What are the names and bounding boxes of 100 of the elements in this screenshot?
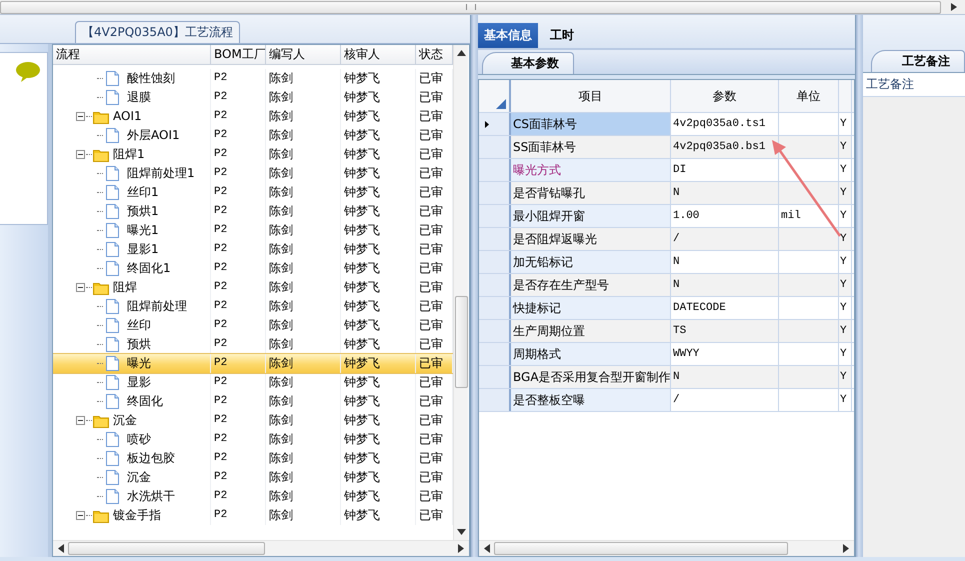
tree-row[interactable]: 喷砂 P2 陈剑 钟梦飞 已审 bbox=[53, 430, 453, 449]
row-header[interactable] bbox=[479, 366, 511, 388]
tree-row[interactable]: 曝光1 P2 陈剑 钟梦飞 已审 bbox=[53, 221, 453, 240]
tree-row[interactable]: 退膜 P2 陈剑 钟梦飞 已审 bbox=[53, 88, 453, 107]
scroll-left-icon[interactable] bbox=[58, 544, 64, 553]
table-cell: 钟梦飞 bbox=[341, 449, 416, 468]
scroll-right-icon[interactable] bbox=[843, 544, 849, 553]
tree-row[interactable]: AOI1 P2 陈剑 钟梦飞 已审 bbox=[53, 107, 453, 126]
tree-row[interactable]: 终固化 P2 陈剑 钟梦飞 已审 bbox=[53, 392, 453, 411]
table-cell: 钟梦飞 bbox=[341, 373, 416, 392]
table-cell: Y bbox=[839, 182, 852, 204]
scroll-down-icon[interactable] bbox=[456, 529, 466, 535]
table-cell: P2 bbox=[211, 468, 266, 487]
scroll-thumb[interactable] bbox=[454, 296, 468, 388]
tree-row[interactable]: 外层AOI1 P2 陈剑 钟梦飞 已审 bbox=[53, 126, 453, 145]
table-cell: 陈剑 bbox=[266, 487, 341, 506]
tree-row[interactable]: 沉金 P2 陈剑 钟梦飞 已审 bbox=[53, 468, 453, 487]
row-header[interactable] bbox=[479, 159, 511, 181]
document-icon bbox=[106, 489, 119, 504]
tree-row[interactable]: 沉金 P2 陈剑 钟梦飞 已审 bbox=[53, 411, 453, 430]
row-header[interactable] bbox=[479, 343, 511, 365]
column-header[interactable]: 项目 bbox=[511, 80, 671, 112]
table-cell: BGA是否采用复合型开窗制作 bbox=[511, 366, 671, 388]
tree-row[interactable]: 显影 P2 陈剑 钟梦飞 已审 bbox=[53, 373, 453, 392]
tree-row[interactable]: 终固化1 P2 陈剑 钟梦飞 已审 bbox=[53, 259, 453, 278]
collapse-icon[interactable] bbox=[76, 511, 85, 520]
collapse-icon[interactable] bbox=[76, 112, 85, 121]
tree-row[interactable]: 阻焊1 P2 陈剑 钟梦飞 已审 bbox=[53, 145, 453, 164]
tab[interactable]: 基本信息 bbox=[478, 23, 538, 48]
row-header[interactable] bbox=[479, 228, 511, 250]
horizontal-scrollbar[interactable] bbox=[0, 0, 965, 15]
table-cell: 陈剑 bbox=[266, 88, 341, 107]
scroll-right-icon[interactable] bbox=[458, 544, 464, 553]
scroll-thumb[interactable] bbox=[494, 542, 788, 555]
scroll-thumb[interactable] bbox=[0, 0, 941, 14]
column-header[interactable]: 核审人 bbox=[341, 45, 416, 64]
speech-bubble-icon[interactable] bbox=[15, 61, 41, 83]
collapse-icon[interactable] bbox=[76, 416, 85, 425]
notes-area[interactable]: 工艺备注 bbox=[863, 73, 965, 557]
table-cell: 钟梦飞 bbox=[341, 202, 416, 221]
tree-row[interactable]: 丝印1 P2 陈剑 钟梦飞 已审 bbox=[53, 183, 453, 202]
document-icon bbox=[106, 223, 119, 238]
collapse-icon[interactable] bbox=[76, 283, 85, 292]
row-header[interactable] bbox=[479, 251, 511, 273]
row-header[interactable] bbox=[479, 297, 511, 319]
collapse-icon[interactable] bbox=[76, 150, 85, 159]
table-cell: N bbox=[671, 251, 779, 273]
tree-row[interactable]: 阻焊前处理 P2 陈剑 钟梦飞 已审 bbox=[53, 297, 453, 316]
table-cell: P2 bbox=[211, 373, 266, 392]
row-header[interactable] bbox=[479, 182, 511, 204]
row-header[interactable] bbox=[479, 389, 511, 411]
tab[interactable]: 基本参数 bbox=[482, 52, 574, 74]
tree-row[interactable]: 预烘1 P2 陈剑 钟梦飞 已审 bbox=[53, 202, 453, 221]
column-header[interactable]: BOM工厂 bbox=[211, 45, 266, 64]
horizontal-scrollbar[interactable] bbox=[53, 540, 469, 556]
table-cell: 是否阻焊返曝光 bbox=[511, 228, 671, 250]
panel-title-tab[interactable]: 【4V2PQ035A0】工艺流程 bbox=[75, 21, 240, 43]
table-cell: 陈剑 bbox=[266, 145, 341, 164]
table-cell: P2 bbox=[211, 183, 266, 202]
table-cell: P2 bbox=[211, 202, 266, 221]
folder-icon bbox=[93, 508, 109, 522]
tree-row[interactable]: 酸性蚀刻 P2 陈剑 钟梦飞 已审 bbox=[53, 69, 453, 88]
row-header[interactable] bbox=[479, 113, 511, 135]
tree-row[interactable]: 镀金手指 P2 陈剑 钟梦飞 已审 bbox=[53, 506, 453, 525]
column-header[interactable]: 流程 bbox=[53, 45, 211, 64]
table-cell: 钟梦飞 bbox=[341, 468, 416, 487]
table-cell: 陈剑 bbox=[266, 430, 341, 449]
tree-row[interactable]: 曝光 P2 陈剑 钟梦飞 已审 bbox=[53, 354, 453, 373]
row-header[interactable] bbox=[479, 205, 511, 227]
folder-icon bbox=[93, 110, 109, 124]
tree-row[interactable]: 阻焊 P2 陈剑 钟梦飞 已审 bbox=[53, 278, 453, 297]
tree-label: 丝印 bbox=[127, 317, 151, 334]
table-cell: CS面菲林号 bbox=[511, 113, 671, 135]
horizontal-scrollbar[interactable] bbox=[479, 540, 854, 556]
row-header[interactable] bbox=[479, 136, 511, 158]
splitter[interactable] bbox=[855, 15, 863, 557]
column-header[interactable]: 编写人 bbox=[266, 45, 341, 64]
document-icon bbox=[106, 356, 119, 371]
tree-row[interactable]: 板边包胶 P2 陈剑 钟梦飞 已审 bbox=[53, 449, 453, 468]
tab[interactable]: 工艺备注 bbox=[871, 50, 965, 72]
tree-row[interactable]: 显影1 P2 陈剑 钟梦飞 已审 bbox=[53, 240, 453, 259]
table-cell: Y bbox=[839, 343, 852, 365]
scroll-up-icon[interactable] bbox=[456, 50, 466, 56]
vertical-scrollbar[interactable] bbox=[453, 45, 468, 540]
table-cell: Y bbox=[839, 228, 852, 250]
tree-label: 终固化 bbox=[127, 393, 163, 410]
scroll-left-icon[interactable] bbox=[484, 544, 490, 553]
splitter[interactable] bbox=[470, 15, 478, 557]
row-header[interactable] bbox=[479, 274, 511, 296]
current-row-icon bbox=[485, 120, 489, 128]
column-header[interactable]: 单位 bbox=[779, 80, 839, 112]
column-header[interactable]: 参数 bbox=[671, 80, 779, 112]
scroll-thumb[interactable] bbox=[68, 542, 265, 555]
table-cell: 钟梦飞 bbox=[341, 487, 416, 506]
scroll-right-icon[interactable] bbox=[951, 3, 957, 11]
tree-row[interactable]: 丝印 P2 陈剑 钟梦飞 已审 bbox=[53, 316, 453, 335]
row-header[interactable] bbox=[479, 320, 511, 342]
tree-row[interactable]: 水洗烘干 P2 陈剑 钟梦飞 已审 bbox=[53, 487, 453, 506]
tree-row[interactable]: 阻焊前处理1 P2 陈剑 钟梦飞 已审 bbox=[53, 164, 453, 183]
tab[interactable]: 工时 bbox=[544, 23, 580, 48]
